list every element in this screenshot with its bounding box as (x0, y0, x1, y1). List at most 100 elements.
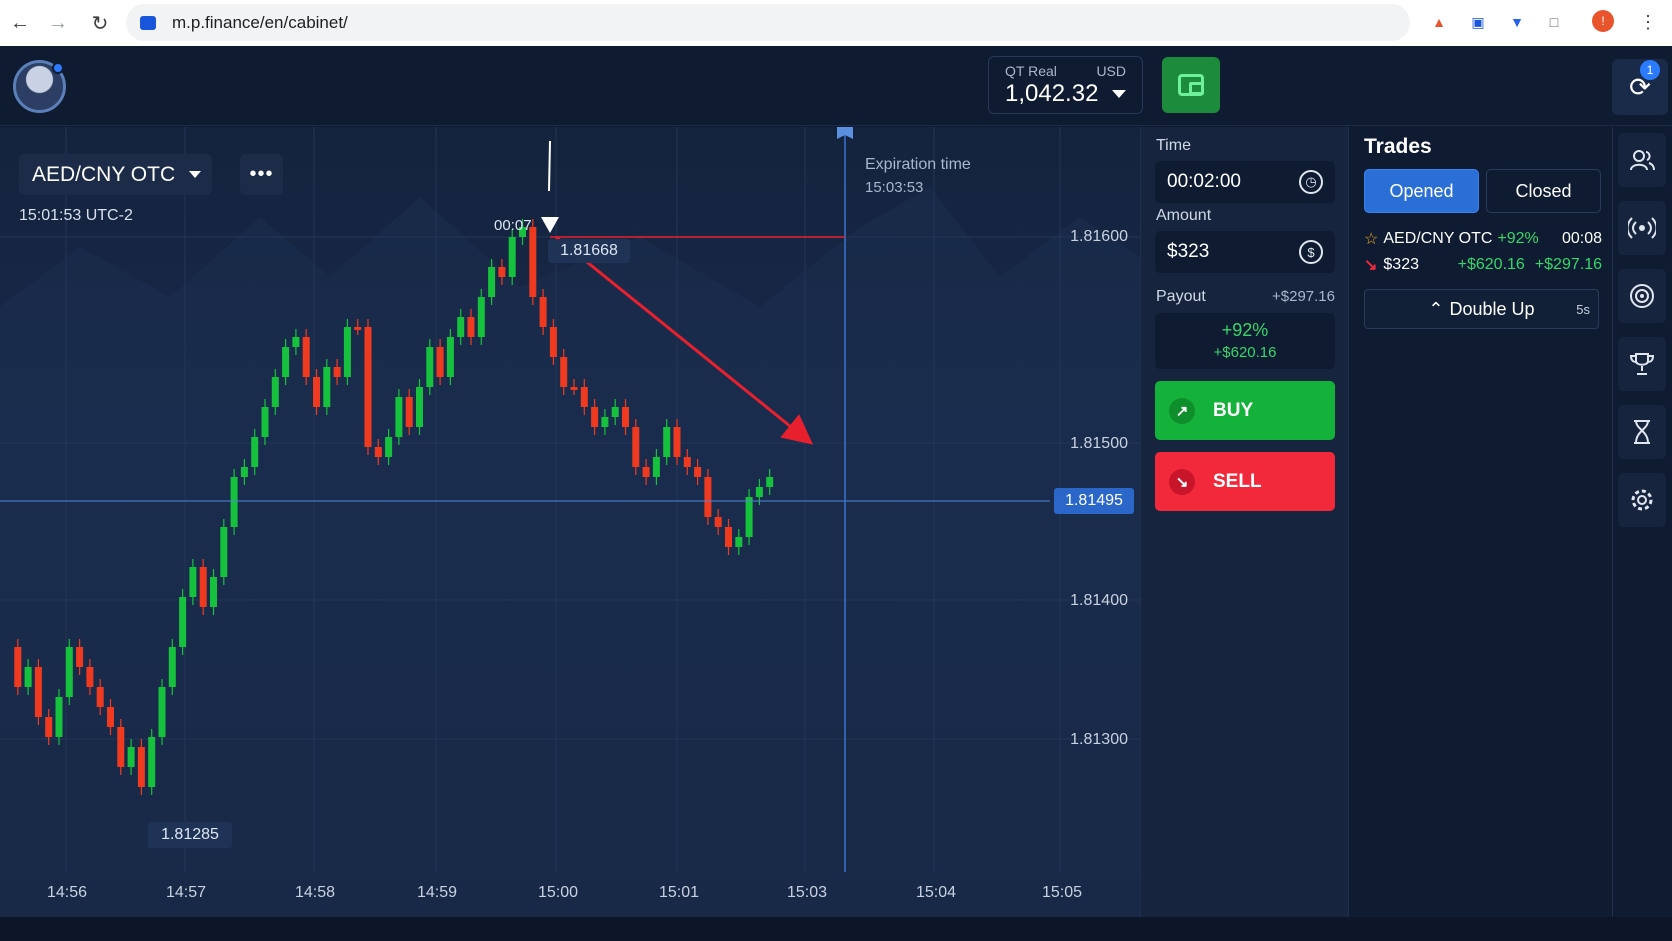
candle-body (271, 377, 279, 407)
account-currency: USD (1096, 63, 1126, 79)
target-button[interactable] (1618, 269, 1666, 323)
candle-body (343, 327, 351, 377)
trade-payout: +$620.16 (1457, 256, 1525, 273)
payout-box: +92% +$620.16 (1155, 313, 1335, 369)
hourglass-button[interactable] (1618, 405, 1666, 459)
trade-profit: +$297.16 (1534, 256, 1602, 273)
candle-body (158, 687, 166, 737)
expiration-time: 15:03:53 (865, 179, 924, 196)
extension-bookmark-icon[interactable]: ▣ (1466, 10, 1490, 34)
trade-row[interactable]: ☆ AED/CNY OTC +92% 00:08 (1364, 229, 1602, 249)
forward-icon[interactable]: → (38, 0, 78, 46)
candle-body (745, 497, 753, 537)
extension-metamask-icon[interactable]: ▲ (1427, 10, 1451, 34)
browser-menu-icon[interactable]: ⋮ (1636, 10, 1660, 34)
candle-body (591, 407, 599, 427)
tab-closed[interactable]: Closed (1486, 169, 1601, 213)
users-icon (1630, 150, 1655, 171)
candle-body (611, 407, 619, 417)
candle-body (395, 397, 403, 437)
candle-body (755, 487, 763, 497)
bottom-strip (0, 917, 1672, 941)
more-options-button[interactable]: ••• (240, 154, 283, 195)
candle-body (766, 477, 774, 487)
server-clock: 15:01:53 UTC-2 (19, 207, 133, 224)
notification-badge: 1 (1640, 60, 1660, 80)
time-axis-label: 14:59 (417, 884, 458, 901)
wallet-button[interactable] (1162, 57, 1220, 113)
candle-body (55, 697, 63, 737)
site-favicon-icon (140, 15, 156, 30)
candle-body (385, 437, 393, 457)
time-axis-label: 14:57 (166, 884, 207, 901)
candle-body (601, 417, 609, 427)
candle-body (498, 267, 506, 277)
candle-body (86, 667, 94, 687)
payout-value: +$620.16 (1213, 344, 1277, 361)
candle-body (179, 597, 187, 647)
reload-icon[interactable]: ↻ (80, 0, 120, 46)
asset-selector[interactable]: AED/CNY OTC (19, 154, 212, 195)
candle-body (436, 347, 444, 377)
address-bar[interactable]: m.p.finance/en/cabinet/ (126, 4, 1410, 41)
candle-body (282, 347, 290, 377)
candle-body (426, 347, 434, 387)
amount-label: Amount (1156, 207, 1212, 224)
price-axis-label: 1.81400 (1070, 592, 1128, 609)
candle-body (220, 527, 228, 577)
candle-body (694, 467, 702, 477)
settings-button[interactable] (1618, 473, 1666, 527)
dollar-icon[interactable]: $ (1299, 240, 1323, 264)
price-chart[interactable]: AED/CNY OTC ••• 15:01:53 UTC-2 Expiratio… (0, 127, 1140, 917)
price-axis-label: 1.81600 (1070, 228, 1128, 245)
time-axis-label: 15:03 (787, 884, 828, 901)
account-balance[interactable]: QT Real USD 1,042.32 (988, 56, 1143, 114)
candle-body (539, 297, 547, 327)
tab-opened[interactable]: Opened (1364, 169, 1479, 213)
profile-alert-icon[interactable]: ! (1592, 10, 1614, 32)
candle-body (549, 327, 557, 357)
extensions-puzzle-icon[interactable]: □ (1542, 10, 1566, 34)
signals-button[interactable] (1618, 201, 1666, 255)
candle-body (714, 517, 722, 527)
candle-body (354, 327, 362, 330)
time-input[interactable]: 00:02:00 ◷ (1155, 161, 1335, 203)
users-button[interactable] (1618, 133, 1666, 187)
back-icon[interactable]: ← (0, 0, 40, 46)
candle-body (230, 477, 238, 527)
candle-body (632, 427, 640, 467)
extension-shield-icon[interactable]: ▼ (1505, 10, 1529, 34)
arrow-down-right-icon: ↘ (1364, 257, 1378, 274)
double-up-button[interactable]: ⌃ Double Up 5s (1364, 289, 1599, 329)
candle-body (261, 407, 269, 437)
trades-title: Trades (1364, 135, 1432, 158)
candle-body (302, 337, 310, 377)
expiration-label: Expiration time (865, 156, 971, 173)
trophy-icon (1629, 353, 1655, 375)
time-axis-label: 15:05 (1042, 884, 1083, 901)
amount-input[interactable]: $323 $ (1155, 231, 1335, 273)
candle-body (107, 707, 114, 727)
candle-body (127, 747, 135, 767)
target-icon (1630, 284, 1654, 308)
candle-body (725, 527, 732, 547)
price-axis-label: 1.81500 (1070, 435, 1128, 452)
amount-value: $323 (1167, 241, 1210, 262)
avatar-status-dot (52, 62, 64, 74)
balance-value: 1,042.32 (1005, 80, 1099, 107)
trade-timer-tag: 00:07 (494, 217, 532, 234)
right-rail (1612, 127, 1672, 917)
sell-button[interactable]: ↘ SELL (1155, 452, 1335, 511)
candle-body (570, 387, 578, 390)
candle-body (642, 467, 650, 477)
trading-app: QT Real USD 1,042.32 ⟳ 1 AED/CNY OTC •••… (0, 46, 1672, 941)
trophy-button[interactable] (1618, 337, 1666, 391)
candle-body (704, 477, 712, 517)
payout-label: Payout (1156, 288, 1206, 305)
buy-button[interactable]: ↗ BUY (1155, 381, 1335, 440)
double-up-timer: 5s (1576, 301, 1590, 317)
star-icon[interactable]: ☆ (1364, 229, 1378, 249)
time-axis-label: 15:01 (659, 884, 700, 901)
clock-icon[interactable]: ◷ (1299, 170, 1323, 194)
candle-body (240, 467, 248, 477)
